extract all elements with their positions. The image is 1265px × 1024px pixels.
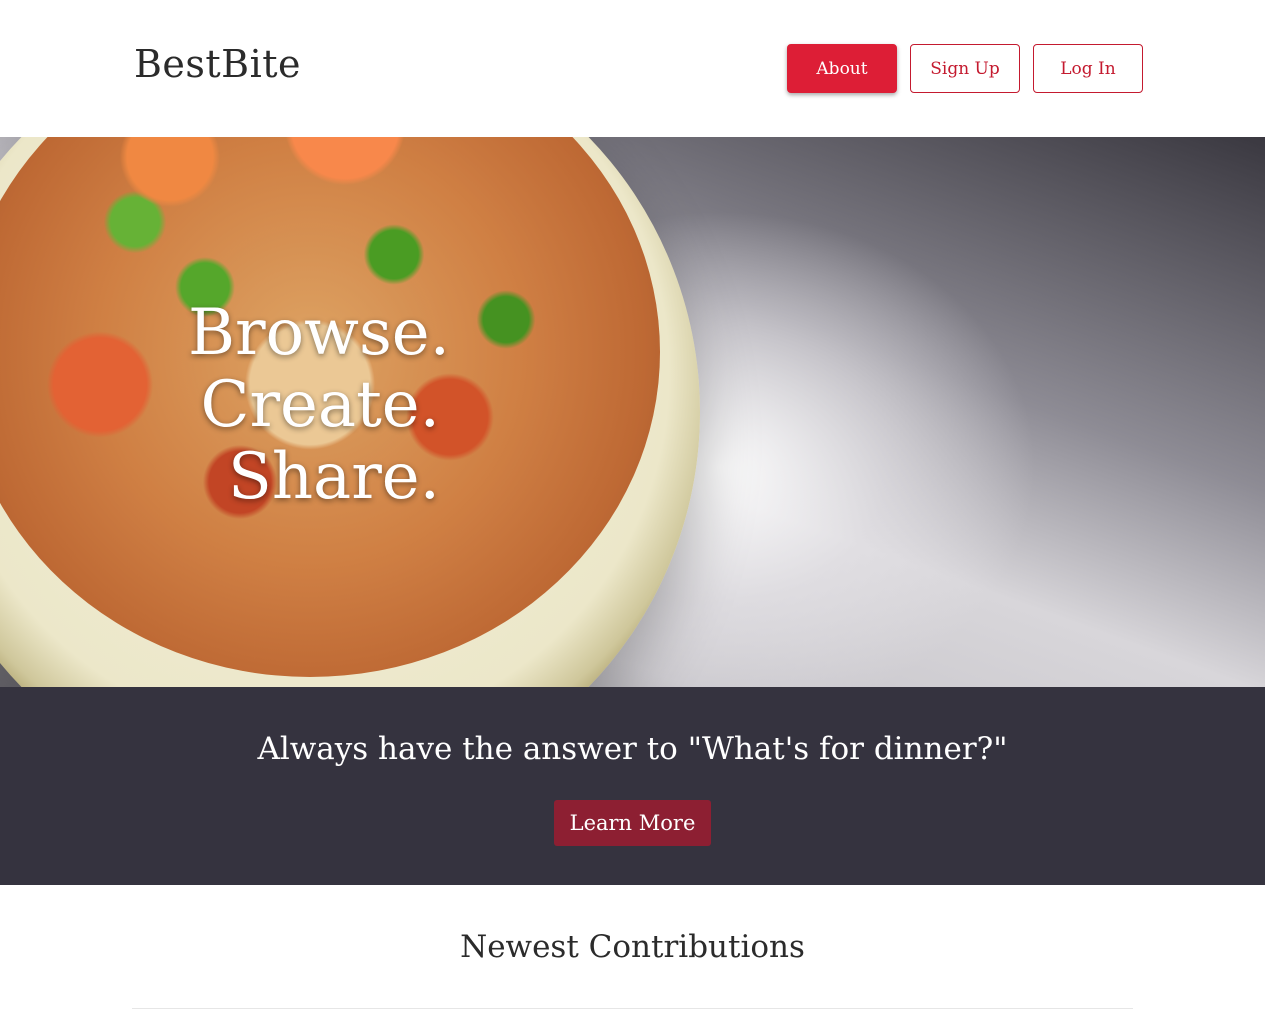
site-header: BestBite About Sign Up Log In	[0, 0, 1265, 137]
hero-line-browse: Browse.	[188, 296, 450, 370]
learn-more-button[interactable]: Learn More	[554, 800, 711, 846]
hero-banner: Browse. Create. Share.	[0, 137, 1265, 687]
hero-line-create: Create.	[200, 368, 440, 442]
signup-button[interactable]: Sign Up	[910, 44, 1020, 93]
hero-line-share: Share.	[227, 440, 440, 514]
cta-band: Always have the answer to "What's for di…	[0, 687, 1265, 885]
newest-section: Newest Contributions	[0, 885, 1265, 1024]
section-title: Newest Contributions	[460, 929, 805, 965]
tagline: Always have the answer to "What's for di…	[257, 731, 1008, 767]
top-nav: About Sign Up Log In	[787, 44, 1143, 93]
about-button[interactable]: About	[787, 44, 897, 93]
section-divider	[132, 1008, 1133, 1009]
brand-logo[interactable]: BestBite	[134, 42, 301, 86]
login-button[interactable]: Log In	[1033, 44, 1143, 93]
hero-headline: Browse. Create. Share.	[188, 296, 450, 514]
